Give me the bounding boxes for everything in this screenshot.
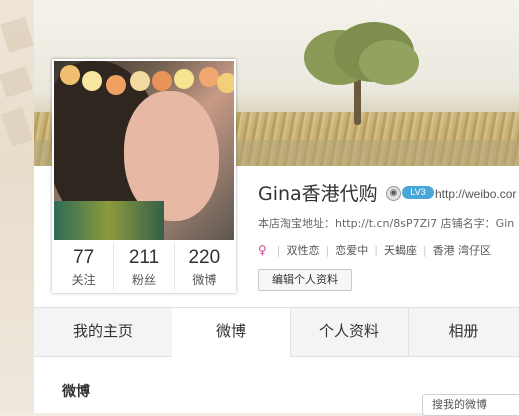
profile-description: 本店淘宝地址：http://t.cn/8sP7Zi7 店铺名字：Gin — [258, 217, 515, 230]
stat-label: 粉丝 — [131, 273, 156, 287]
stat-value: 211 — [128, 247, 160, 268]
profile-tabs: 我的主页 微博 个人资料 相册 — [34, 307, 519, 358]
tag-orientation[interactable]: 双性恋 — [287, 242, 320, 258]
section-title: 微博 — [62, 384, 90, 400]
avatar[interactable] — [54, 61, 234, 240]
stat-label: 关注 — [71, 273, 96, 287]
eye-icon[interactable]: ◉ — [386, 186, 401, 201]
tag-relationship[interactable]: 恋爱中 — [335, 242, 368, 258]
tab-weibo[interactable]: 微博 — [172, 308, 291, 358]
avatar-card: 77 关注 211 粉丝 220 微博 — [52, 59, 236, 293]
female-gender-icon: ♀ — [258, 243, 267, 257]
tag-zodiac[interactable]: 天蝎座 — [384, 242, 417, 258]
profile-tags: ♀ | 双性恋 | 恋爱中 | 天蝎座 | 香港 湾仔区 — [258, 242, 492, 258]
edit-profile-button[interactable]: 编辑个人资料 — [258, 269, 352, 291]
tag-location[interactable]: 香港 湾仔区 — [433, 242, 492, 258]
stat-label: 微博 — [192, 273, 217, 287]
stat-value: 220 — [188, 247, 221, 268]
profile-name: Gina香港代购 — [258, 183, 378, 205]
stats-bar: 77 关注 211 粉丝 220 微博 — [54, 242, 234, 291]
tab-profile-info[interactable]: 个人资料 — [290, 308, 409, 356]
profile-url[interactable]: http://weibo.cor — [435, 187, 516, 201]
page-background — [0, 0, 34, 413]
stat-followers[interactable]: 211 粉丝 — [114, 242, 175, 291]
stat-value: 77 — [73, 247, 95, 268]
tab-album[interactable]: 相册 — [408, 308, 519, 356]
tab-home[interactable]: 我的主页 — [34, 308, 173, 356]
stat-weibo[interactable]: 220 微博 — [175, 242, 234, 291]
level-badge[interactable]: LV3 — [402, 186, 434, 199]
stat-following[interactable]: 77 关注 — [54, 242, 115, 291]
